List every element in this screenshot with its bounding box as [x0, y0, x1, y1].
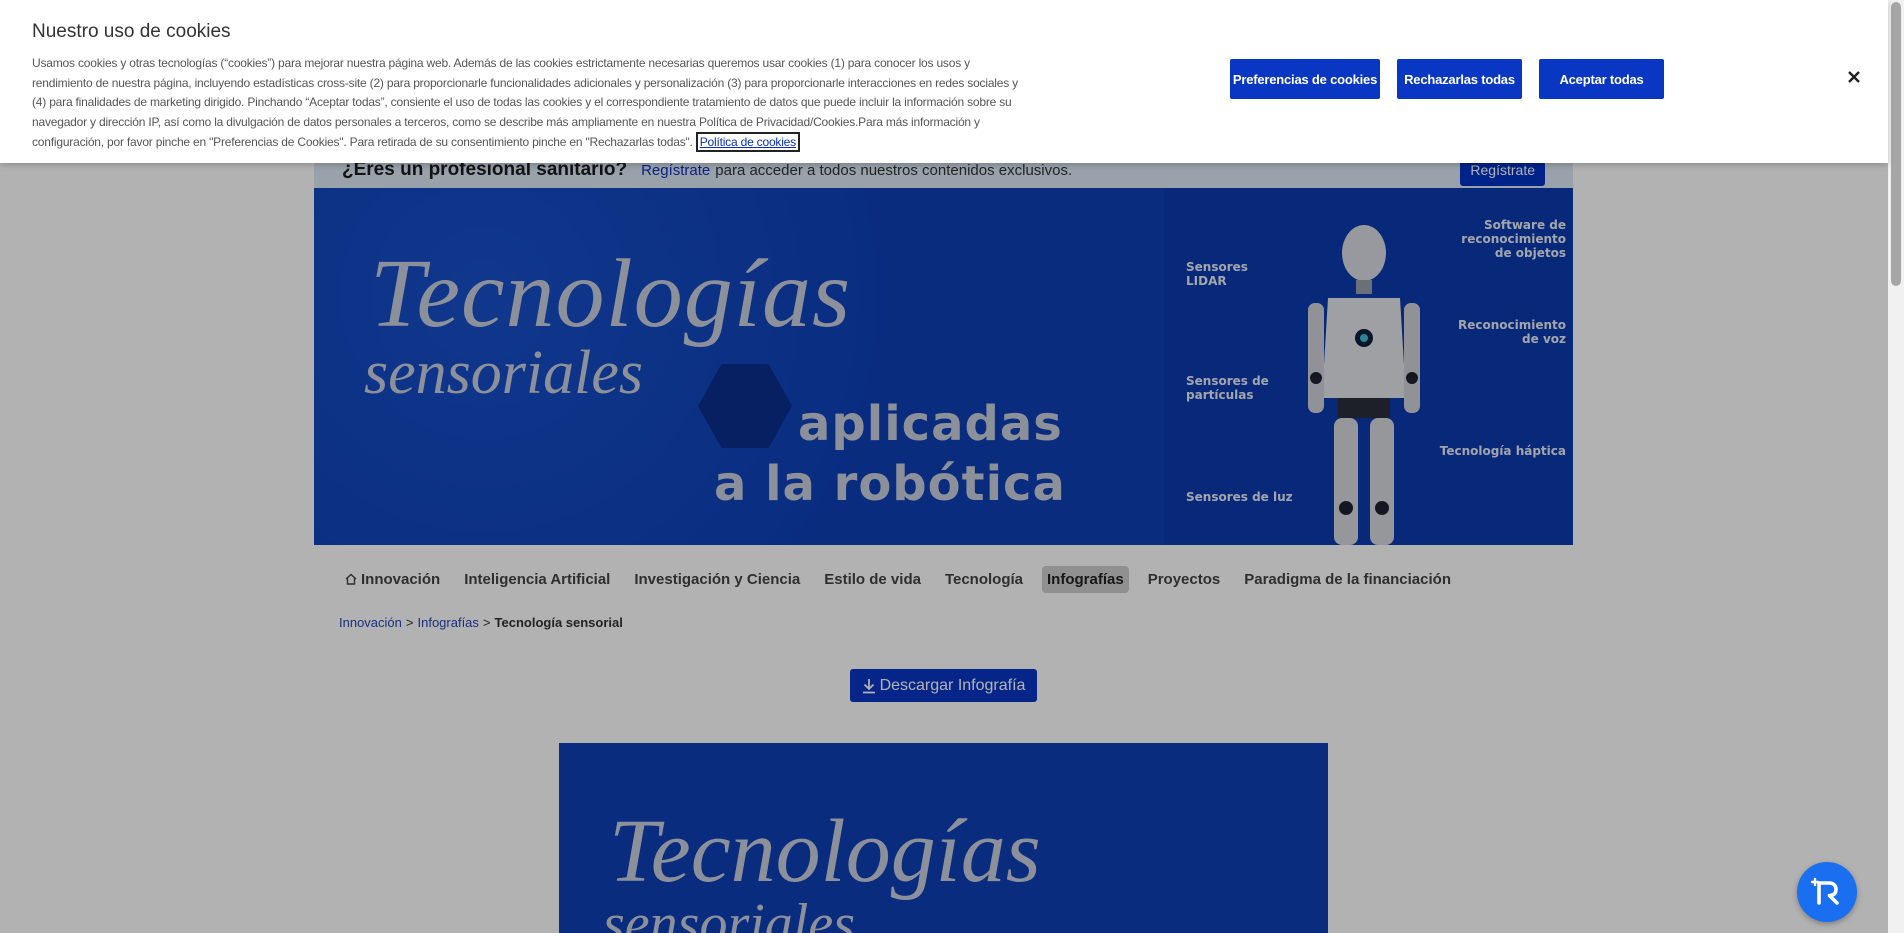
- close-icon[interactable]: [1844, 67, 1864, 87]
- cookie-preferences-button[interactable]: Preferencias de cookies: [1230, 59, 1380, 99]
- cookie-policy-link[interactable]: Política de cookies: [695, 131, 800, 152]
- scrollbar-thumb[interactable]: [1891, 2, 1901, 286]
- cookie-banner: Nuestro uso de cookies Usamos cookies y …: [0, 0, 1888, 163]
- cookie-description: Usamos cookies y otras tecnologías (“coo…: [32, 56, 1018, 149]
- reject-all-button[interactable]: Rechazarlas todas: [1397, 59, 1522, 99]
- cookie-text: Usamos cookies y otras tecnologías (“coo…: [32, 54, 1022, 153]
- chat-assistant-button[interactable]: [1797, 862, 1857, 922]
- chat-assistant-icon: [1810, 877, 1839, 905]
- cookie-title: Nuestro uso de cookies: [32, 21, 231, 42]
- accept-all-button[interactable]: Aceptar todas: [1539, 59, 1664, 99]
- vertical-scrollbar[interactable]: [1888, 0, 1904, 933]
